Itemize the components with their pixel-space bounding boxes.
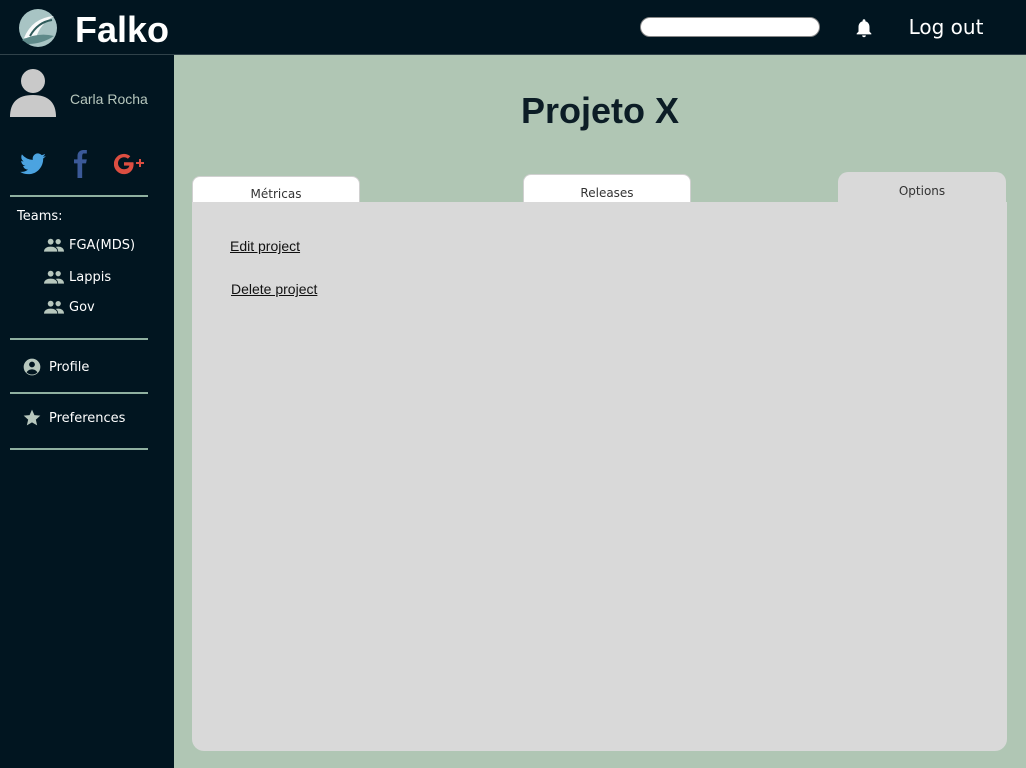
edit-project-link[interactable]: Edit project xyxy=(230,238,300,254)
sidebar-item-label: Profile xyxy=(49,359,90,375)
falko-logo-icon xyxy=(19,9,57,47)
facebook-icon[interactable] xyxy=(67,150,95,178)
bell-icon[interactable] xyxy=(853,17,875,39)
account-circle-icon xyxy=(23,358,41,376)
group-icon xyxy=(44,300,64,314)
star-icon xyxy=(23,409,41,426)
delete-project-link[interactable]: Delete project xyxy=(231,281,317,297)
twitter-icon[interactable] xyxy=(19,150,47,178)
sidebar-team-label: Lappis xyxy=(69,269,112,285)
sidebar-item-label: Preferences xyxy=(49,410,126,426)
sidebar-divider xyxy=(10,392,148,394)
user-name: Carla Rocha xyxy=(70,91,148,107)
sidebar-team-fga-mds[interactable]: FGA(MDS) xyxy=(44,235,135,255)
tab-options[interactable]: Options xyxy=(838,172,1006,204)
group-icon xyxy=(44,270,64,284)
teams-label: Teams: xyxy=(17,209,63,224)
sidebar-team-gov[interactable]: Gov xyxy=(44,297,95,317)
tab-releases[interactable]: Releases xyxy=(523,174,691,204)
brand-name: Falko xyxy=(75,9,170,50)
sidebar: Carla Rocha Teams: FGA(MDS) Lappis Gov P… xyxy=(0,55,174,768)
options-panel: Edit project Delete project xyxy=(192,202,1007,751)
sidebar-item-profile[interactable]: Profile xyxy=(22,356,89,378)
sidebar-item-preferences[interactable]: Preferences xyxy=(22,407,125,429)
logout-button[interactable]: Log out xyxy=(883,0,1009,54)
sidebar-divider xyxy=(10,338,148,340)
sidebar-divider xyxy=(10,448,148,450)
sidebar-team-label: FGA(MDS) xyxy=(69,237,136,253)
page-title: Projeto X xyxy=(520,90,680,131)
sidebar-team-lappis[interactable]: Lappis xyxy=(44,267,111,287)
google-plus-icon[interactable] xyxy=(114,150,146,178)
group-icon xyxy=(44,238,64,252)
search-input[interactable] xyxy=(640,17,820,37)
user-avatar-icon xyxy=(10,69,56,117)
top-bar: Falko Log out xyxy=(0,0,1026,55)
sidebar-divider xyxy=(10,195,148,197)
sidebar-team-label: Gov xyxy=(69,299,95,315)
